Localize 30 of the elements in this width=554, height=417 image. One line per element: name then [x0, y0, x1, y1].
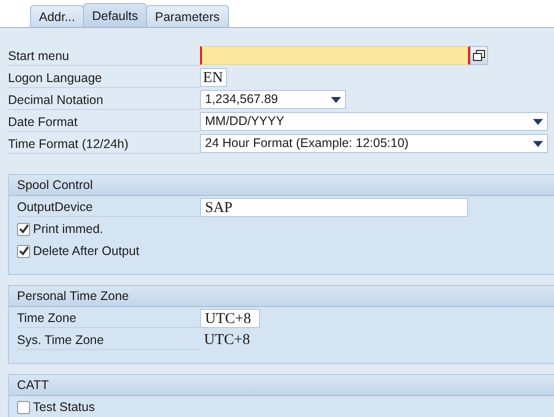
input-field[interactable] — [200, 46, 470, 65]
field-label: Start menu — [8, 46, 200, 66]
checkbox[interactable] — [17, 222, 30, 236]
field-label: Logon Language — [8, 68, 200, 88]
checkbox-label: Print immed. — [33, 222, 104, 236]
dropdown[interactable]: 24 Hour Format (Example: 12:05:10) — [200, 134, 548, 153]
field-label: Time Format (12/24h) — [8, 134, 200, 154]
field-label: Decimal Notation — [8, 90, 200, 110]
field-label: Sys. Time Zone — [17, 330, 200, 350]
field-label: Date Format — [8, 112, 200, 132]
value-text: UTC+8 — [203, 332, 250, 348]
tab[interactable]: Parameters — [146, 5, 229, 27]
tab[interactable]: Defaults — [83, 3, 147, 27]
dropdown[interactable]: 1,234,567.89 — [200, 90, 346, 109]
dropdown[interactable]: MM/DD/YYYY — [200, 112, 548, 131]
input-field[interactable]: EN — [200, 68, 227, 87]
checkbox[interactable] — [17, 244, 30, 258]
value-help-button[interactable] — [470, 46, 488, 65]
input-field[interactable]: UTC+8 — [200, 308, 260, 328]
caret-icon — [533, 118, 543, 124]
tab[interactable]: Addr... — [30, 5, 84, 27]
input-field[interactable]: SAP — [200, 198, 468, 216]
caret-icon — [331, 96, 341, 102]
caret-icon — [533, 140, 543, 146]
copy-icon — [473, 50, 485, 61]
checkbox-label: Delete After Output — [33, 244, 140, 258]
field-label: Time Zone — [17, 308, 200, 328]
field-label: OutputDevice — [17, 197, 200, 217]
checkbox-label: Test Status — [33, 400, 95, 414]
checkbox[interactable] — [17, 400, 30, 414]
